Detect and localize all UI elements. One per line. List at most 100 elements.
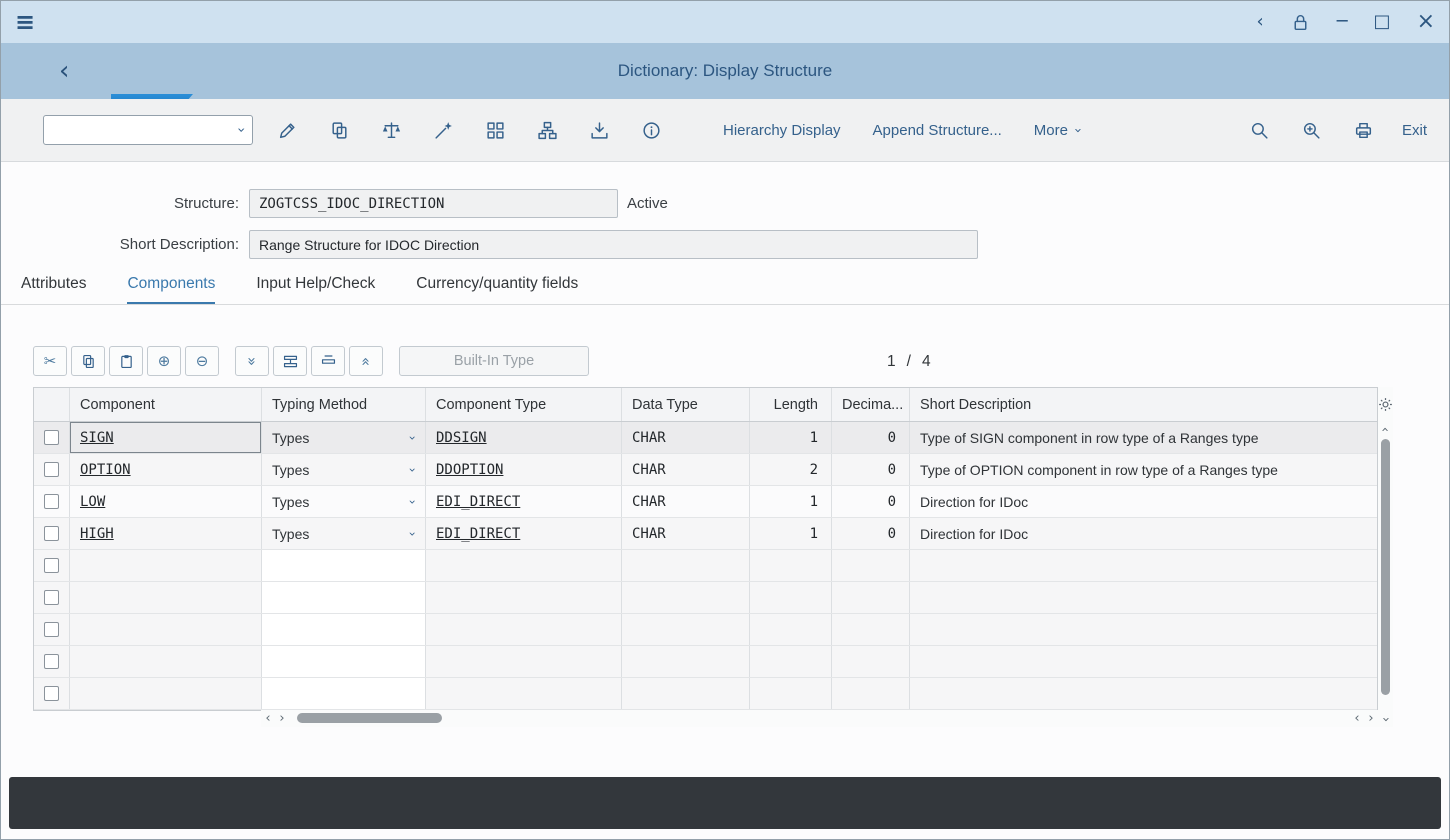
typing-method-select[interactable]: Types › [262, 518, 426, 549]
table-row-empty[interactable] [34, 614, 1377, 646]
minimize-icon[interactable]: ─ [1337, 13, 1348, 31]
typing-method-select[interactable] [262, 582, 426, 613]
typing-method-select[interactable] [262, 550, 426, 581]
back-icon[interactable]: ‹ [1257, 13, 1264, 31]
select-all-header[interactable] [34, 388, 70, 421]
table-row-empty[interactable] [34, 582, 1377, 614]
more-button[interactable]: More › [1034, 122, 1080, 139]
decimals-value: 0 [888, 526, 896, 542]
component-link[interactable]: SIGN [80, 430, 114, 446]
table-row[interactable]: HIGH Types › EDI_DIRECT CHAR 1 0 Directi… [34, 518, 1377, 550]
horizontal-scroll-track[interactable] [289, 710, 1350, 727]
table-row[interactable]: OPTION Types › DDOPTION CHAR 2 0 Type of… [34, 454, 1377, 486]
tab-currency-quantity-fields[interactable]: Currency/quantity fields [416, 269, 578, 305]
lock-icon[interactable] [1290, 12, 1311, 33]
component-link[interactable]: HIGH [80, 526, 114, 542]
hierarchy-display-button[interactable]: Hierarchy Display [723, 122, 841, 139]
typing-method-select[interactable]: Types › [262, 486, 426, 517]
row-select-checkbox[interactable] [44, 622, 59, 637]
scroll-right-icon[interactable]: › [1364, 712, 1378, 725]
table-cell: DDOPTION [426, 454, 622, 485]
component-link[interactable]: LOW [80, 494, 105, 510]
column-header-decimals[interactable]: Decima... [832, 388, 910, 421]
scroll-left-icon[interactable]: ‹ [261, 712, 275, 725]
row-select-checkbox[interactable] [44, 430, 59, 445]
table-row-empty[interactable] [34, 646, 1377, 678]
column-header-length[interactable]: Length [750, 388, 832, 421]
component-type-link[interactable]: EDI_DIRECT [436, 494, 520, 510]
tab-attributes[interactable]: Attributes [21, 269, 86, 305]
typing-method-select[interactable] [262, 678, 426, 709]
paste-icon[interactable] [109, 346, 143, 376]
component-type-link[interactable]: DDOPTION [436, 462, 503, 478]
column-header-short-description[interactable]: Short Description [910, 388, 1377, 421]
copy-object-icon[interactable] [327, 112, 351, 148]
maximize-icon[interactable]: □ [1374, 13, 1391, 31]
cut-icon[interactable]: ✂ [33, 346, 67, 376]
structure-field[interactable]: ZOGTCSS_IDOC_DIRECTION [249, 189, 618, 218]
table-settings-button[interactable] [1378, 387, 1393, 421]
page-current: 1 [887, 353, 896, 371]
where-used-icon[interactable] [535, 112, 559, 148]
append-structure-button[interactable]: Append Structure... [873, 122, 1002, 139]
typing-method-select[interactable]: Types › [262, 454, 426, 485]
column-header-component[interactable]: Component [70, 388, 262, 421]
vertical-scroll-track[interactable] [1378, 437, 1393, 711]
tab-components[interactable]: Components [127, 269, 215, 305]
check-icon[interactable] [379, 112, 403, 148]
chevron-down-icon[interactable]: › [234, 127, 248, 133]
row-select-checkbox[interactable] [44, 686, 59, 701]
column-header-data-type[interactable]: Data Type [622, 388, 750, 421]
info-icon[interactable] [639, 112, 663, 148]
component-type-link[interactable]: DDSIGN [436, 430, 487, 446]
table-row[interactable]: LOW Types › EDI_DIRECT CHAR 1 0 Directio… [34, 486, 1377, 518]
insert-line-icon[interactable] [273, 346, 307, 376]
search-icon[interactable] [1248, 112, 1272, 148]
table-row-empty[interactable] [34, 678, 1377, 710]
close-icon[interactable]: × [1417, 11, 1435, 33]
scroll-left-icon[interactable]: ‹ [1350, 712, 1364, 725]
exit-button[interactable]: Exit [1402, 122, 1427, 139]
table-cell: Type of SIGN component in row type of a … [910, 422, 1377, 453]
search-plus-icon[interactable] [1300, 112, 1324, 148]
chevron-down-icon: › [407, 499, 419, 504]
insert-row-icon[interactable]: ⊕ [147, 346, 181, 376]
row-select-checkbox[interactable] [44, 494, 59, 509]
table-cell [34, 678, 70, 709]
display-change-icon[interactable] [275, 112, 299, 148]
typing-method-select[interactable] [262, 646, 426, 677]
row-select-checkbox[interactable] [44, 654, 59, 669]
command-field[interactable]: › [43, 115, 253, 145]
scroll-down-icon[interactable]: › [1378, 711, 1393, 727]
tab-input-help-check[interactable]: Input Help/Check [256, 269, 375, 305]
scroll-up-icon[interactable]: › [1378, 421, 1393, 437]
component-type-link[interactable]: EDI_DIRECT [436, 526, 520, 542]
delete-line-icon[interactable] [311, 346, 345, 376]
typing-method-select[interactable] [262, 614, 426, 645]
row-select-checkbox[interactable] [44, 526, 59, 541]
chevron-down-icon: › [407, 435, 419, 440]
import-icon[interactable] [587, 112, 611, 148]
row-select-checkbox[interactable] [44, 590, 59, 605]
vertical-scroll-thumb[interactable] [1381, 439, 1390, 695]
print-icon[interactable] [1352, 112, 1376, 148]
copy-icon[interactable] [71, 346, 105, 376]
page-down-icon[interactable]: » [235, 346, 269, 376]
activate-icon[interactable] [431, 112, 455, 148]
menu-icon[interactable]: ≡ [15, 10, 35, 34]
delete-row-icon[interactable]: ⊖ [185, 346, 219, 376]
scroll-right-icon[interactable]: › [275, 712, 289, 725]
built-in-type-button[interactable]: Built-In Type [399, 346, 589, 376]
table-row[interactable]: SIGN Types › DDSIGN CHAR 1 0 Type of SIG… [34, 422, 1377, 454]
page-up-icon[interactable]: » [349, 346, 383, 376]
horizontal-scroll-thumb[interactable] [297, 713, 442, 723]
row-select-checkbox[interactable] [44, 558, 59, 573]
component-link[interactable]: OPTION [80, 462, 131, 478]
runtime-object-icon[interactable] [483, 112, 507, 148]
row-select-checkbox[interactable] [44, 462, 59, 477]
table-row-empty[interactable] [34, 550, 1377, 582]
column-header-component-type[interactable]: Component Type [426, 388, 622, 421]
column-header-typing-method[interactable]: Typing Method [262, 388, 426, 421]
short-description-field[interactable]: Range Structure for IDOC Direction [249, 230, 978, 259]
typing-method-select[interactable]: Types › [262, 422, 426, 453]
